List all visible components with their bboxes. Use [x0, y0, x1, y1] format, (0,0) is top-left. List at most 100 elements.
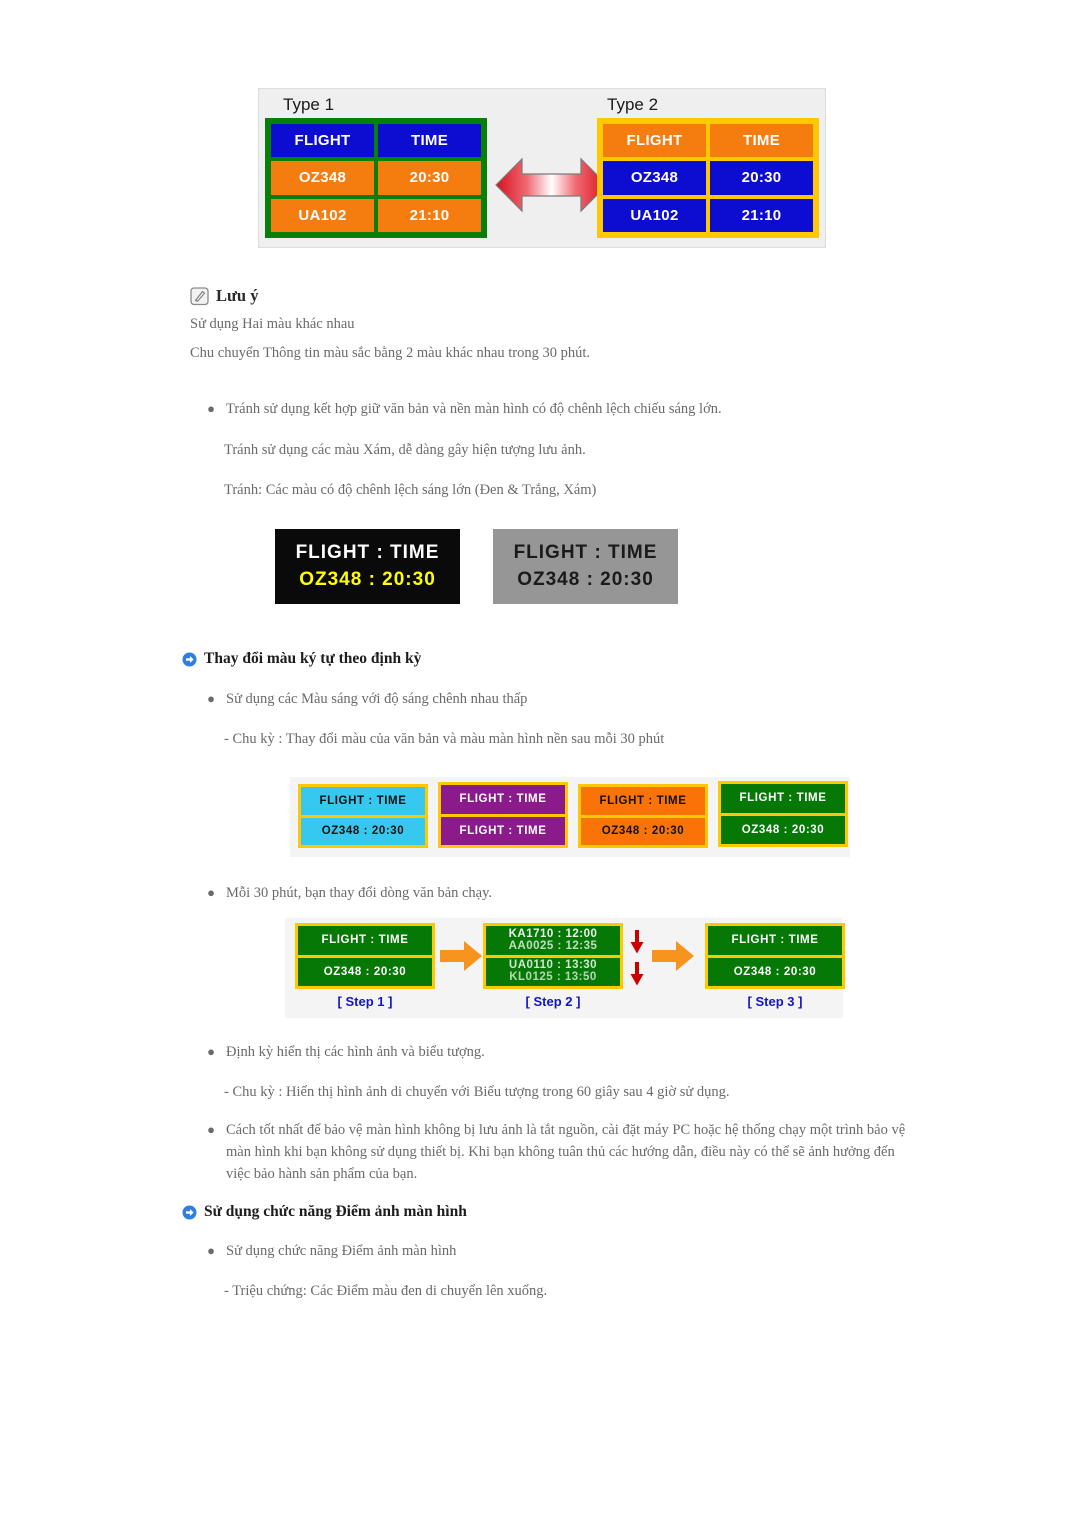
step2-row1-top: KA1710 : 12:00: [508, 927, 598, 940]
step2-row1-bottom: AA0025 : 12:35: [508, 939, 598, 952]
gray-panel-line-2: OZ348 : 20:30: [517, 569, 654, 590]
mini-row-1: FLIGHT : TIME: [581, 787, 705, 815]
step3-row-2: OZ348 : 20:30: [708, 957, 842, 986]
step1-row-1: FLIGHT : TIME: [298, 926, 432, 955]
orange-arrow-right-icon-1: [440, 941, 482, 971]
cell-flightno: OZ348: [271, 161, 374, 195]
bullet-avoid-contrast: ● Tránh sử dụng kết hợp giữ văn bản và n…: [206, 399, 906, 421]
bullet-dot: ●: [207, 1044, 215, 1059]
note-line-2: Chu chuyển Thông tin màu sắc bằng 2 màu …: [190, 344, 591, 361]
cell-depart: 20:30: [378, 161, 481, 195]
orange-arrow-right-icon-2: [652, 941, 694, 971]
mini-row-2: FLIGHT : TIME: [441, 816, 565, 845]
type2-row-1: OZ348 20:30: [603, 161, 813, 195]
mini-row-2: OZ348 : 20:30: [301, 817, 425, 845]
cell-depart: 21:10: [378, 198, 481, 232]
type2-row-header: FLIGHT TIME: [603, 124, 813, 158]
bullet-dot: ●: [207, 691, 215, 706]
mini-panel-orange: FLIGHT : TIME OZ348 : 20:30: [578, 784, 708, 848]
bullet-text: Sử dụng chức năng Điểm ảnh màn hình: [226, 1243, 457, 1259]
type1-panel: FLIGHT TIME OZ348 20:30 UA102 21:10: [265, 118, 487, 238]
step2-label: [ Step 2 ]: [525, 994, 581, 1009]
sub-pixel-shift-symptom: - Triệu chứng: Các Điểm màu đen di chuyể…: [224, 1283, 548, 1299]
step2-row-2: UA0110 : 13:30 KL0125 : 13:50: [486, 957, 620, 986]
section-title: Sử dụng chức năng Điểm ảnh màn hình: [204, 1203, 467, 1220]
type1-row-1: OZ348 20:30: [271, 161, 481, 195]
mini-row-1: FLIGHT : TIME: [301, 787, 425, 815]
cell-flightno: UA102: [603, 198, 706, 232]
bullet-text: Mỗi 30 phút, bạn thay đổi dòng văn bản c…: [226, 885, 493, 901]
bullet-text: Định kỳ hiển thị các hình ảnh và biểu tư…: [226, 1044, 485, 1060]
bullet-text: Tránh sử dụng kết hợp giữ văn bản và nền…: [226, 401, 722, 417]
cell-depart: 21:10: [710, 198, 813, 232]
figure-steps: FLIGHT : TIME OZ348 : 20:30 KA1710 : 12:…: [285, 918, 845, 1018]
gray-contrast-panel: FLIGHT : TIME OZ348 : 20:30: [493, 529, 678, 604]
section-heading-color-cycle: Thay đổi màu ký tự theo định kỳ: [182, 650, 421, 668]
bullet-dot: ●: [207, 1122, 215, 1137]
cell-time: TIME: [378, 124, 481, 158]
figure-color-cycle-strip: FLIGHT : TIME OZ348 : 20:30 FLIGHT : TIM…: [290, 777, 850, 857]
document-page: Type 1 Type 2 FLIGHT TIME OZ348 20:30 UA…: [0, 0, 1080, 1527]
section-title: Thay đổi màu ký tự theo định kỳ: [204, 650, 422, 667]
step1-panel: FLIGHT : TIME OZ348 : 20:30: [295, 923, 435, 989]
note-pencil-icon: [190, 286, 209, 305]
blue-arrow-circle-icon: [182, 1205, 197, 1219]
note-header: Lưu ý: [190, 286, 890, 306]
type2-panel: FLIGHT TIME OZ348 20:30 UA102 21:10: [597, 118, 819, 238]
cell-flightno: OZ348: [603, 161, 706, 195]
red-arrow-down-icon-2: [630, 962, 644, 986]
bullet-best-practice: ● Cách tốt nhất để bảo vệ màn hình không…: [206, 1120, 920, 1185]
cell-flight: FLIGHT: [603, 124, 706, 158]
cell-flight: FLIGHT: [271, 124, 374, 158]
bullet-pixel-shift: ● Sử dụng chức năng Điểm ảnh màn hình: [206, 1241, 906, 1263]
black-contrast-panel: FLIGHT : TIME OZ348 : 20:30: [275, 529, 460, 604]
bullet-periodic-images: ● Định kỳ hiển thị các hình ảnh và biểu …: [206, 1042, 926, 1064]
red-arrow-down-icon-1: [630, 930, 644, 954]
bullet-bright-colors: ● Sử dụng các Màu sáng với độ sáng chênh…: [206, 689, 906, 711]
cell-time: TIME: [710, 124, 813, 158]
step2-panel: KA1710 : 12:00 AA0025 : 12:35 UA0110 : 1…: [483, 923, 623, 989]
step1-row-2: OZ348 : 20:30: [298, 957, 432, 986]
note-line-1: Sử dụng Hai màu khác nhau: [190, 316, 355, 332]
type2-row-2: UA102 21:10: [603, 198, 813, 232]
mini-row-2: OZ348 : 20:30: [721, 815, 845, 844]
mini-row-2: OZ348 : 20:30: [581, 817, 705, 845]
bullet-dot: ●: [207, 1243, 215, 1258]
bullet-dot: ●: [207, 885, 215, 900]
step3-label: [ Step 3 ]: [747, 994, 803, 1009]
bullet-dot: ●: [207, 401, 215, 416]
sub-image-cycle: - Chu kỳ : Hiển thị hình ảnh di chuyển v…: [224, 1084, 730, 1100]
figure-type-comparison: Type 1 Type 2 FLIGHT TIME OZ348 20:30 UA…: [258, 88, 826, 248]
double-arrow-horizontal-icon: [495, 157, 608, 213]
type1-label: Type 1: [283, 95, 335, 114]
note-block: Lưu ý Sử dụng Hai màu khác nhau Chu chuy…: [190, 286, 890, 363]
step1-label: [ Step 1 ]: [337, 994, 393, 1009]
type1-row-header: FLIGHT TIME: [271, 124, 481, 158]
mini-row-1: FLIGHT : TIME: [721, 784, 845, 813]
step2-row2-top: UA0110 : 13:30: [508, 959, 598, 972]
avoid-gray-line: Tránh sử dụng các màu Xám, dễ dàng gây h…: [224, 442, 586, 458]
step3-panel: FLIGHT : TIME OZ348 : 20:30: [705, 923, 845, 989]
step3-row-1: FLIGHT : TIME: [708, 926, 842, 955]
black-panel-line-1: FLIGHT : TIME: [295, 542, 440, 563]
type1-row-2: UA102 21:10: [271, 198, 481, 232]
mini-row-1: FLIGHT : TIME: [441, 785, 565, 814]
section-heading-pixel-shift: Sử dụng chức năng Điểm ảnh màn hình: [182, 1203, 467, 1221]
cell-depart: 20:30: [710, 161, 813, 195]
gray-panel-line-1: FLIGHT : TIME: [513, 542, 658, 563]
blue-arrow-circle-icon: [182, 652, 197, 666]
bullet-30min-scroll: ● Mỗi 30 phút, bạn thay đổi dòng văn bản…: [206, 883, 906, 905]
cell-flightno: UA102: [271, 198, 374, 232]
step2-row2-bottom: KL0125 : 13:50: [509, 971, 597, 984]
step2-row-1: KA1710 : 12:00 AA0025 : 12:35: [486, 926, 620, 955]
avoid-contrast-line: Tránh: Các màu có độ chênh lệch sáng lớn…: [224, 482, 597, 498]
type2-label: Type 2: [607, 95, 659, 114]
mini-panel-purple: FLIGHT : TIME FLIGHT : TIME: [438, 782, 568, 848]
sub-cycle-30min: - Chu kỳ : Thay đổi màu của văn bản và m…: [224, 731, 665, 747]
bullet-text: Sử dụng các Màu sáng với độ sáng chênh n…: [226, 691, 528, 707]
black-panel-line-2: OZ348 : 20:30: [299, 569, 436, 590]
mini-panel-green: FLIGHT : TIME OZ348 : 20:30: [718, 781, 848, 847]
note-title: Lưu ý: [216, 286, 259, 305]
mini-panel-cyan: FLIGHT : TIME OZ348 : 20:30: [298, 784, 428, 848]
bullet-text: Cách tốt nhất để bảo vệ màn hình không b…: [226, 1122, 906, 1182]
